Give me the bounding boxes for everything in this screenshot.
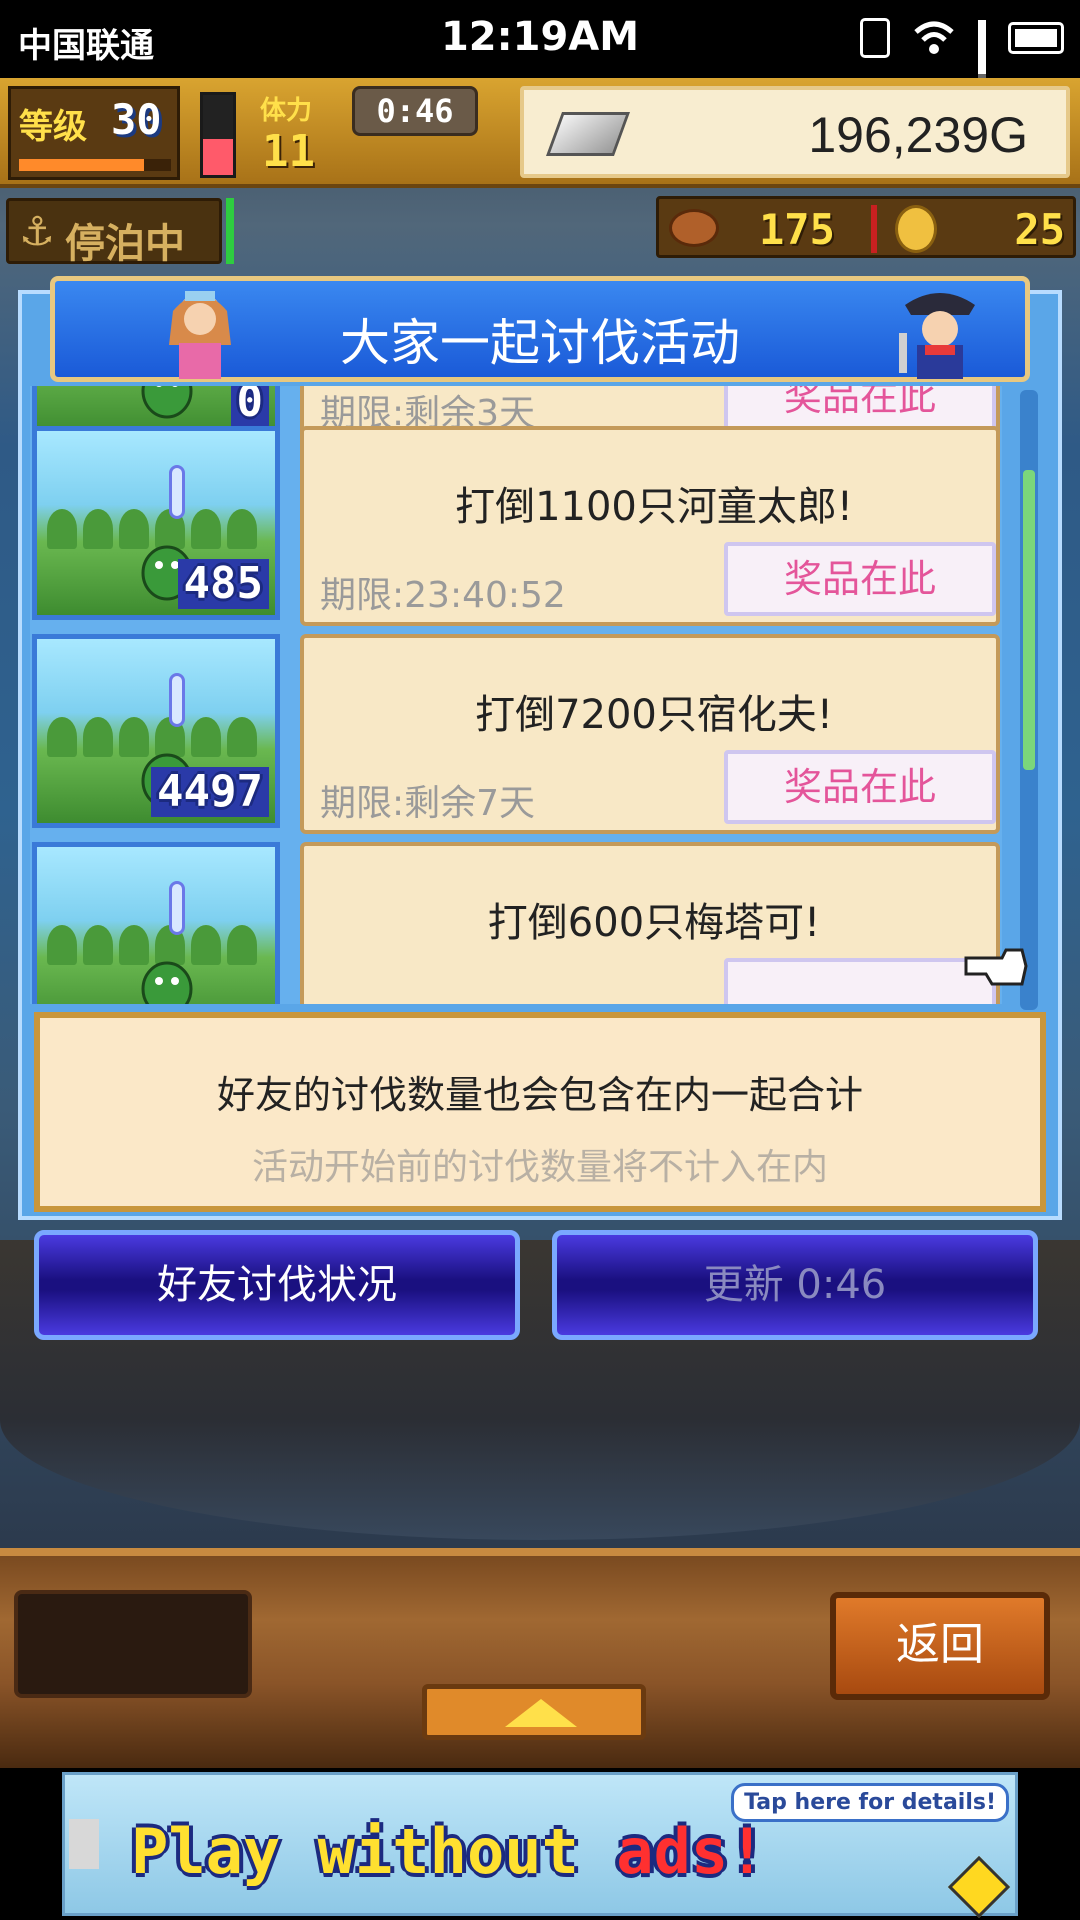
quest-card: 打倒7200只宿化夫! 期限:剩余7天 奖品在此: [300, 634, 1000, 834]
monster-thumbnail: 485: [32, 426, 280, 620]
stamina-gauge-fill: [203, 139, 233, 175]
medal-value: 25: [1014, 205, 1065, 254]
pirate-character-icon: [899, 293, 975, 379]
vibrate-icon: [860, 18, 890, 58]
resources-box: 175 25: [656, 196, 1076, 258]
monster-icon: [141, 961, 193, 1004]
refresh-button[interactable]: 更新 0:46: [552, 1230, 1038, 1340]
prize-button[interactable]: 奖品在此: [724, 542, 996, 616]
info-line-2: 活动开始前的讨伐数量将不计入在内: [251, 1147, 828, 1188]
quest-card: 打倒600只梅塔可!: [300, 842, 1000, 1004]
quest-row[interactable]: 打倒600只梅塔可!: [30, 842, 1002, 1004]
ship-status-box: ⚓ 停泊中: [6, 198, 222, 267]
quest-row[interactable]: 485 打倒1100只河童太郎! 期限:23:40:52 奖品在此: [30, 426, 1002, 626]
level-box: 等级 30: [8, 86, 180, 180]
ad-banner[interactable]: Play without ads! Tap here for details!: [62, 1772, 1018, 1919]
bottom-deck: 返回: [0, 1548, 1080, 1768]
monster-thumbnail: 4497: [32, 634, 280, 828]
quest-deadline: 期限:剩余7天: [320, 783, 536, 824]
ad-headline-part1: Play without: [131, 1815, 617, 1888]
defeat-count: 485: [177, 559, 269, 609]
ad-headline-part2: ads!: [616, 1815, 766, 1888]
friend-status-button[interactable]: 好友讨伐状况: [34, 1230, 520, 1340]
quest-list[interactable]: 0 期限:剩余3天 奖品在此 485 打倒1100只河童太郎! 期限:23:40:52 奖品…: [30, 386, 1002, 1004]
resource-divider: [871, 205, 877, 253]
status-icons: [860, 18, 1064, 108]
defeat-count: 4497: [151, 767, 269, 817]
top-hud: 等级 30 体力 11 0:46 196,239G: [0, 78, 1080, 188]
expand-up-button[interactable]: [422, 1684, 646, 1740]
quest-title: 打倒1100只河童太郎!: [455, 484, 853, 530]
exclamation-icon: [169, 881, 185, 935]
scroll-thumb[interactable]: [1023, 470, 1035, 770]
ad-headline: Play without ads!: [131, 1815, 766, 1888]
quest-title: 打倒7200只宿化夫!: [475, 692, 833, 738]
silver-bar-icon: [545, 112, 631, 156]
event-title: 大家一起讨伐活动: [340, 314, 740, 372]
meat-icon: [669, 209, 719, 247]
quest-row[interactable]: 4497 打倒7200只宿化夫! 期限:剩余7天 奖品在此: [30, 634, 1002, 834]
exclamation-icon: [169, 465, 185, 519]
gold-value: 196,239G: [808, 107, 1028, 163]
level-value: 30: [111, 95, 162, 144]
battery-icon: [1008, 22, 1064, 54]
stamina-timer: 0:46: [352, 86, 478, 136]
quest-card: 打倒1100只河童太郎! 期限:23:40:52 奖品在此: [300, 426, 1000, 626]
ad-mascot-icon: [947, 1855, 1011, 1919]
level-progress-bar: [19, 159, 171, 171]
ad-details-link[interactable]: Tap here for details!: [731, 1783, 1009, 1822]
food-value: 175: [759, 205, 835, 254]
ship-status-label: 停泊中: [65, 221, 185, 267]
monster-icon: [141, 386, 193, 419]
prize-button[interactable]: [724, 958, 996, 1004]
up-arrow-icon: [505, 1699, 577, 1727]
ad-collapse-arrow-icon[interactable]: [69, 1819, 99, 1869]
event-info-box: 好友的讨伐数量也会包含在内一起合计 活动开始前的讨伐数量将不计入在内: [34, 1012, 1046, 1212]
monster-thumbnail: [32, 842, 280, 1004]
quest-title: 打倒600只梅塔可!: [487, 900, 821, 946]
quest-list-scrollbar[interactable]: [1020, 390, 1038, 1010]
prize-button[interactable]: 奖品在此: [724, 750, 996, 824]
defeat-count: 0: [230, 386, 269, 427]
medal-icon: [895, 205, 937, 253]
return-button[interactable]: 返回: [830, 1592, 1050, 1700]
stamina-label: 体力: [260, 96, 313, 126]
stamina-gauge: [200, 92, 236, 178]
empty-slot: [14, 1590, 252, 1698]
wifi-icon: [914, 21, 954, 54]
pointer-hand-icon: [964, 948, 1028, 986]
exclamation-icon: [169, 673, 185, 727]
status-bar: 中国联通 12:19AM: [0, 0, 1080, 108]
event-title-bar: 大家一起讨伐活动: [50, 276, 1030, 382]
level-progress-fill: [19, 159, 144, 171]
level-label: 等级: [19, 107, 87, 147]
gold-display[interactable]: 196,239G: [520, 86, 1070, 178]
stamina-value: 11: [262, 126, 315, 177]
quest-deadline: 期限:23:40:52: [320, 575, 566, 616]
anchor-icon: ⚓: [19, 209, 55, 255]
signal-icon: [978, 20, 986, 108]
status-indicator: [226, 198, 234, 264]
info-line-1: 好友的讨伐数量也会包含在内一起合计: [216, 1073, 863, 1117]
